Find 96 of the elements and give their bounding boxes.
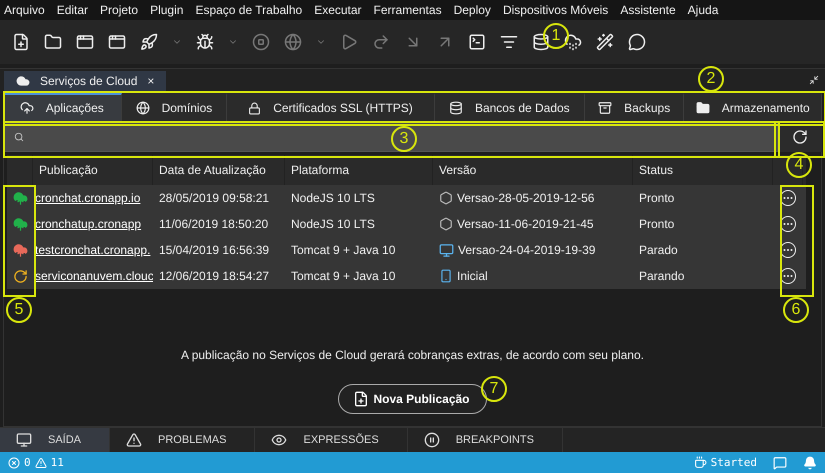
version-text: Versao-11-06-2019-21-45 xyxy=(457,217,594,231)
chat-icon[interactable] xyxy=(628,33,646,51)
folder-icon xyxy=(696,101,710,115)
menu-item[interactable]: Projeto xyxy=(100,3,138,17)
pause-icon xyxy=(424,432,440,448)
new-file-icon xyxy=(353,391,370,407)
table-cell-text: 11/06/2019 18:50:20 xyxy=(158,216,270,233)
window-icon[interactable] xyxy=(108,33,126,51)
menu-item[interactable]: Plugin xyxy=(150,3,184,17)
menu-item[interactable]: Ajuda xyxy=(688,3,718,17)
publication-link[interactable]: cronchatup.cronapp xyxy=(35,217,142,231)
tab[interactable]: Domínios xyxy=(122,93,228,121)
table-cell-text: 12/06/2019 18:54:27 xyxy=(158,268,270,285)
table-cell-text: Tomcat 9 + Java 10 xyxy=(290,242,396,259)
hexagon-icon xyxy=(439,191,453,205)
search-icon xyxy=(14,132,24,142)
callout-number: 1 xyxy=(543,23,569,49)
notice-text: A publicação no Serviços de Cloud gerará cobranças extras, de acordo com seu plano. xyxy=(181,348,644,362)
table-cell-text: Parado xyxy=(638,242,679,259)
database-icon[interactable] xyxy=(532,33,550,51)
menu-item[interactable]: Ferramentas xyxy=(374,3,442,17)
bug-icon[interactable] xyxy=(196,33,214,51)
more-icon[interactable] xyxy=(780,242,796,258)
version-text: Versao-24-04-2019-19-39 xyxy=(458,243,596,257)
eye-icon xyxy=(271,432,288,448)
menu-item[interactable]: Arquivo xyxy=(4,3,45,17)
editor-tab[interactable]: Serviços de Cloud × xyxy=(4,71,166,91)
menu-item[interactable]: Editar xyxy=(56,3,88,17)
server-status: Started xyxy=(710,456,757,469)
table-cell-text: Pronto xyxy=(638,216,676,233)
callout-number: 4 xyxy=(786,152,812,178)
tab[interactable]: Backups xyxy=(584,93,684,121)
publication-link[interactable]: testcronchat.cronapp. xyxy=(35,243,150,257)
folder-icon[interactable] xyxy=(44,33,62,51)
wand-icon[interactable] xyxy=(596,33,614,51)
table-cell-text: Tomcat 9 + Java 10 xyxy=(290,268,396,285)
terminal-icon[interactable] xyxy=(468,33,486,51)
tab[interactable]: Certificados SSL (HTTPS) xyxy=(227,93,435,121)
warning-count: 11 xyxy=(50,456,64,469)
table-cell-text: 28/05/2019 09:58:21 xyxy=(158,190,270,207)
publication-link[interactable]: serviconanuvem.clouc xyxy=(35,269,153,283)
publication-link[interactable]: cronchat.cronapp.io xyxy=(35,191,140,205)
window-icon[interactable] xyxy=(76,33,94,51)
more-icon[interactable] xyxy=(780,190,796,206)
table-cell-text: NodeJS 10 LTS xyxy=(290,190,376,207)
cloud-icon xyxy=(16,74,30,88)
menu-item[interactable]: Executar xyxy=(314,3,362,17)
hexagon-icon xyxy=(439,217,453,231)
more-icon[interactable] xyxy=(780,216,796,232)
table-cell-text: 15/04/2019 16:56:39 xyxy=(158,242,270,259)
bell-icon[interactable] xyxy=(803,456,817,470)
phone-icon xyxy=(439,269,453,283)
table-row[interactable]: cronchatup.cronapp 11/06/2019 18:50:20 NodeJS 10 LTS Versao-11-06-2019-21-45 Pronto xyxy=(7,211,806,237)
error-icon xyxy=(8,456,20,468)
warning-icon xyxy=(34,456,47,468)
tab[interactable]: Bancos de Dados xyxy=(434,93,585,121)
table-row[interactable]: serviconanuvem.clouc 12/06/2019 18:54:27 Tomcat 9 + Java 10 Inicial Parando xyxy=(7,263,806,289)
menu-item[interactable]: Deploy xyxy=(454,3,491,17)
version-text: Versao-28-05-2019-12-56 xyxy=(457,191,594,205)
callout-number: 6 xyxy=(783,297,809,323)
rocket-icon[interactable] xyxy=(140,33,158,51)
new-publication-button[interactable]: Nova Publicação xyxy=(338,384,487,414)
close-icon[interactable]: × xyxy=(147,74,154,88)
menu-item[interactable]: Dispositivos Móveis xyxy=(502,3,608,17)
monitor-icon xyxy=(16,432,32,448)
cloud-icon[interactable] xyxy=(564,33,582,51)
callout-number: 2 xyxy=(698,66,724,92)
restore-icon[interactable] xyxy=(809,75,819,85)
table-cell-text: Parando xyxy=(638,268,686,285)
new-file-icon[interactable] xyxy=(12,33,30,51)
warning-icon xyxy=(126,432,142,448)
panel-tab[interactable]: SAÍDA xyxy=(0,428,110,452)
table-row[interactable]: testcronchat.cronapp. 15/04/2019 16:56:39 Tomcat 9 + Java 10 Versao-24-04-2019-19-39 Parado xyxy=(7,237,806,263)
redo-icon[interactable] xyxy=(372,33,390,51)
monitor-icon xyxy=(439,242,454,258)
globe-icon xyxy=(136,101,150,115)
table-row[interactable]: cronchat.cronapp.io 28/05/2019 09:58:21 NodeJS 10 LTS Versao-28-05-2019-12-56 Pronto xyxy=(7,185,806,211)
tab[interactable]: Armazenamento xyxy=(684,93,822,121)
cloud-icon xyxy=(20,101,34,115)
version-text: Inicial xyxy=(457,269,488,283)
more-icon[interactable] xyxy=(780,268,796,284)
globe-icon[interactable] xyxy=(284,33,302,51)
callout-number: 5 xyxy=(6,297,32,323)
error-count: 0 xyxy=(24,456,31,469)
safe-icon xyxy=(598,101,612,115)
callout-number: 7 xyxy=(481,376,507,402)
database-icon xyxy=(448,101,463,115)
stop-icon[interactable] xyxy=(252,33,270,51)
menu-item[interactable]: Assistente xyxy=(620,3,676,17)
table-cell-text: NodeJS 10 LTS xyxy=(290,216,376,233)
menu-item[interactable]: Espaço de Trabalho xyxy=(195,3,302,17)
play-icon[interactable] xyxy=(340,33,358,51)
tab[interactable]: Aplicações xyxy=(3,93,122,121)
table-cell-text: Pronto xyxy=(638,190,676,207)
callout-number: 3 xyxy=(391,126,417,152)
lock-icon xyxy=(248,102,262,114)
